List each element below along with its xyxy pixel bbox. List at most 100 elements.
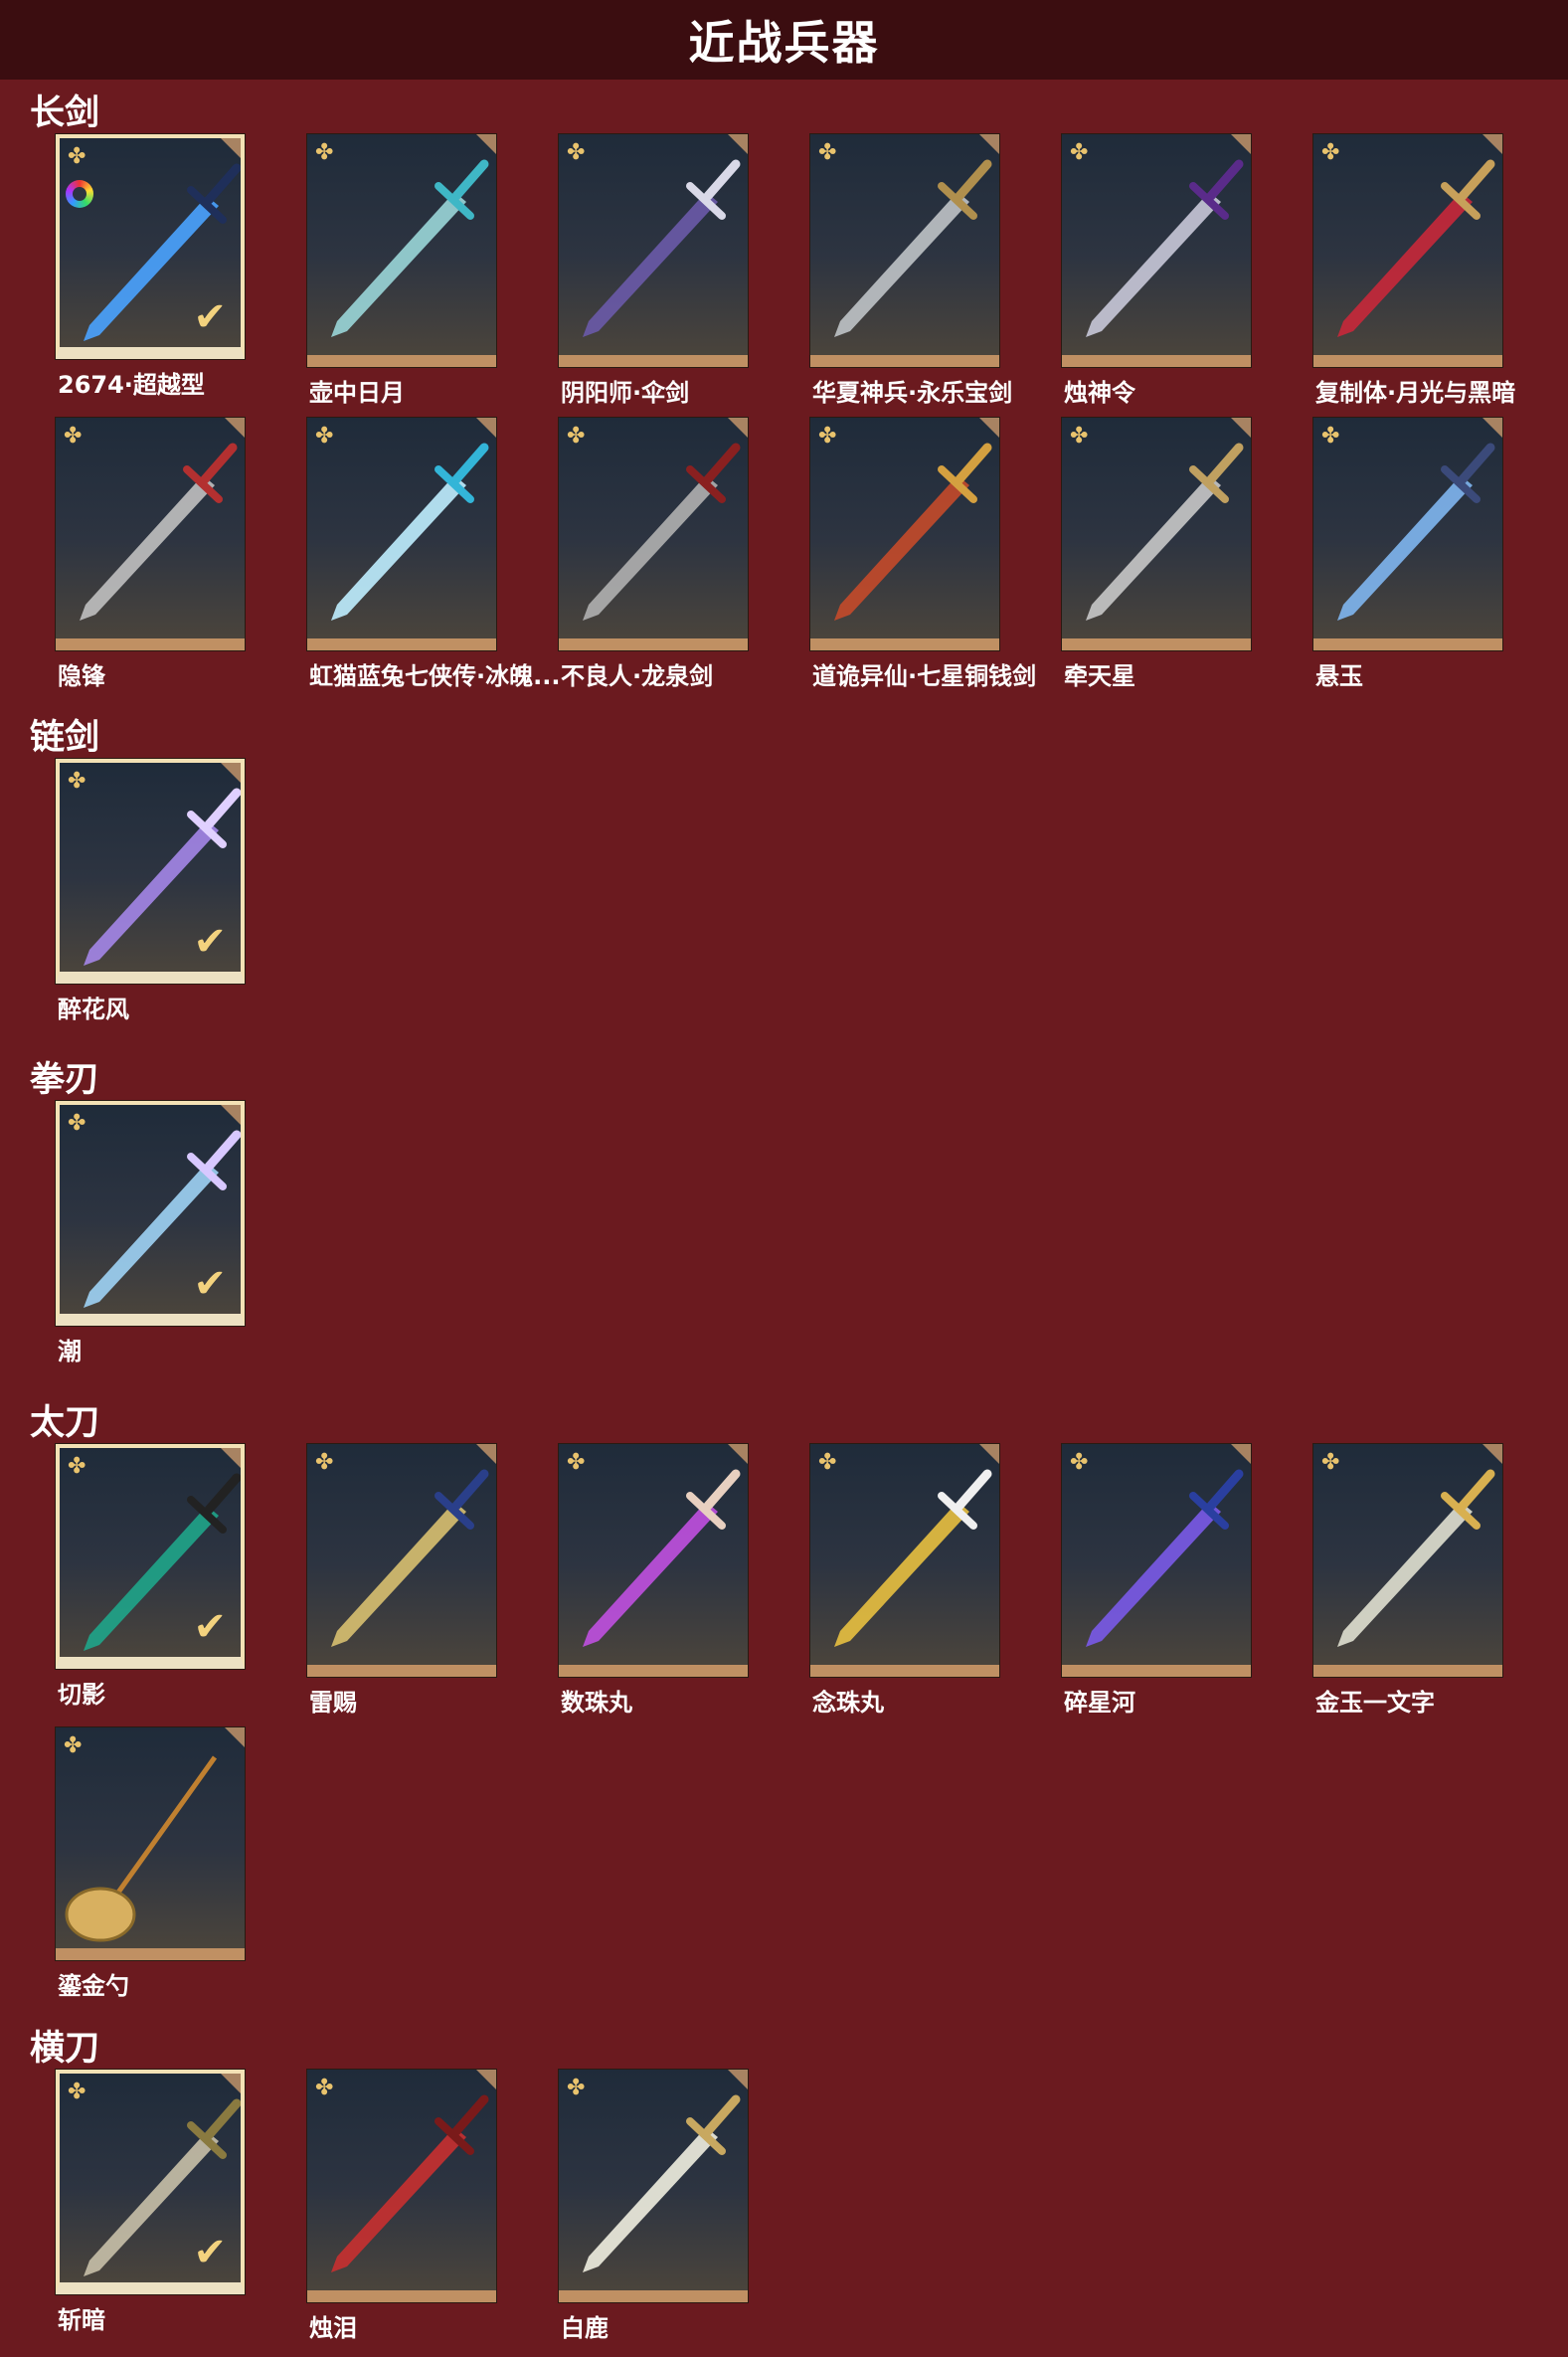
weapon-card[interactable]: ✤: [1062, 1444, 1251, 1677]
weapon-card[interactable]: ✤: [559, 134, 748, 367]
weapon-card[interactable]: ✤: [307, 134, 496, 367]
favorite-icon[interactable]: ✤: [64, 1735, 86, 1757]
favorite-icon[interactable]: ✤: [68, 2082, 89, 2103]
weapon-item[interactable]: ✤ 碎星河: [1034, 1444, 1251, 1718]
corner-tag-icon: [1482, 418, 1502, 438]
corner-tag-icon: [1231, 134, 1251, 154]
weapon-card[interactable]: ✤ ✔: [56, 759, 245, 984]
page-title: 近战兵器: [688, 16, 880, 70]
corner-tag-icon: [225, 1727, 245, 1747]
weapon-item[interactable]: ✤ 复制体·月光与黑暗: [1286, 134, 1515, 408]
weapon-card[interactable]: ✤: [559, 2070, 748, 2302]
weapon-card[interactable]: ✤: [810, 418, 999, 650]
weapon-item[interactable]: ✤ ✔ 潮: [28, 1101, 245, 1366]
section-title: 链剑: [30, 718, 100, 758]
favorite-icon[interactable]: ✤: [818, 426, 840, 448]
weapon-card[interactable]: ✤ ✔: [56, 134, 245, 359]
favorite-icon[interactable]: ✤: [1321, 426, 1343, 448]
weapon-item[interactable]: ✤ ✔ 2674·超越型: [28, 134, 245, 400]
check-icon: ✔: [193, 294, 227, 340]
weapon-item[interactable]: ✤ 阴阳师·伞剑: [531, 134, 748, 408]
weapon-name: 切影: [58, 1681, 105, 1709]
corner-tag-icon: [221, 763, 241, 783]
weapon-name: 斩暗: [58, 2306, 105, 2334]
weapon-art: [834, 159, 992, 337]
favorite-icon[interactable]: ✤: [567, 2078, 589, 2099]
corner-tag-icon: [476, 2070, 496, 2089]
weapon-card[interactable]: ✤: [810, 1444, 999, 1677]
weapon-item[interactable]: ✤ 烛神令: [1034, 134, 1251, 408]
favorite-icon[interactable]: ✤: [1070, 426, 1092, 448]
weapon-card[interactable]: ✤ ✔: [56, 1101, 245, 1326]
favorite-icon[interactable]: ✤: [567, 1452, 589, 1474]
weapon-card[interactable]: ✤: [307, 418, 496, 650]
weapon-art: [583, 1469, 741, 1647]
weapon-card[interactable]: ✤: [810, 134, 999, 367]
weapon-item[interactable]: ✤ 烛泪: [279, 2070, 496, 2343]
favorite-icon[interactable]: ✤: [68, 1456, 89, 1478]
favorite-icon[interactable]: ✤: [1070, 142, 1092, 164]
weapon-item[interactable]: ✤ 华夏神兵·永乐宝剑: [783, 134, 1012, 408]
favorite-icon[interactable]: ✤: [1321, 142, 1343, 164]
weapon-item[interactable]: ✤ 金玉一文字: [1286, 1444, 1502, 1718]
weapon-item[interactable]: ✤ 壶中日月: [279, 134, 496, 408]
weapon-item[interactable]: ✤ 数珠丸: [531, 1444, 748, 1718]
weapon-item[interactable]: ✤ ✔ 切影: [28, 1444, 245, 1710]
weapon-card[interactable]: ✤: [307, 2070, 496, 2302]
corner-tag-icon: [1231, 1444, 1251, 1464]
weapon-item[interactable]: ✤ ✔ 醉花风: [28, 759, 245, 1024]
favorite-icon[interactable]: ✤: [64, 426, 86, 448]
favorite-icon[interactable]: ✤: [818, 142, 840, 164]
corner-tag-icon: [979, 418, 999, 438]
weapon-name: 阴阳师·伞剑: [561, 379, 690, 407]
weapon-item[interactable]: ✤ 雷赐: [279, 1444, 496, 1718]
favorite-icon[interactable]: ✤: [68, 146, 89, 168]
weapon-item[interactable]: ✤ 白鹿: [531, 2070, 748, 2343]
weapon-card[interactable]: ✤: [1313, 134, 1502, 367]
weapon-card[interactable]: ✤: [56, 1727, 245, 1960]
favorite-icon[interactable]: ✤: [315, 142, 337, 164]
weapon-card[interactable]: ✤: [1313, 1444, 1502, 1677]
weapon-art: [331, 2094, 489, 2272]
weapon-card[interactable]: ✤: [1313, 418, 1502, 650]
weapon-art: [583, 443, 741, 621]
section-title: 太刀: [30, 1403, 100, 1443]
weapon-card[interactable]: ✤: [1062, 418, 1251, 650]
favorite-icon[interactable]: ✤: [1321, 1452, 1343, 1474]
favorite-icon[interactable]: ✤: [818, 1452, 840, 1474]
favorite-icon[interactable]: ✤: [1070, 1452, 1092, 1474]
weapon-name: 金玉一文字: [1315, 1689, 1435, 1717]
weapon-card[interactable]: ✤: [56, 418, 245, 650]
weapon-item[interactable]: ✤ 念珠丸: [783, 1444, 999, 1718]
weapon-card[interactable]: ✤: [559, 418, 748, 650]
favorite-icon[interactable]: ✤: [68, 1113, 89, 1135]
weapon-art: [80, 443, 238, 621]
weapon-card[interactable]: ✤: [559, 1444, 748, 1677]
weapon-name: 烛泪: [309, 2314, 357, 2342]
weapon-item[interactable]: ✤ 鎏金勺: [28, 1727, 245, 2001]
favorite-icon[interactable]: ✤: [68, 771, 89, 793]
weapon-item[interactable]: ✤ 悬玉: [1286, 418, 1502, 691]
check-icon: ✔: [193, 1604, 227, 1650]
weapon-art: [331, 443, 489, 621]
weapon-name: 数珠丸: [561, 1689, 632, 1717]
weapon-card[interactable]: ✤: [307, 1444, 496, 1677]
weapon-card[interactable]: ✤ ✔: [56, 2070, 245, 2294]
weapon-item[interactable]: ✤ 道诡异仙·七星铜钱剑: [783, 418, 1036, 691]
weapon-item[interactable]: ✤ 不良人·龙泉剑: [531, 418, 748, 691]
weapon-card[interactable]: ✤: [1062, 134, 1251, 367]
weapon-item[interactable]: ✤ 隐锋: [28, 418, 245, 691]
weapon-item[interactable]: ✤ ✔ 斩暗: [28, 2070, 245, 2335]
weapon-card[interactable]: ✤ ✔: [56, 1444, 245, 1669]
weapon-item[interactable]: ✤ 牵天星: [1034, 418, 1251, 691]
favorite-icon[interactable]: ✤: [315, 2078, 337, 2099]
favorite-icon[interactable]: ✤: [315, 426, 337, 448]
weapon-name: 念珠丸: [812, 1689, 884, 1717]
favorite-icon[interactable]: ✤: [315, 1452, 337, 1474]
favorite-icon[interactable]: ✤: [567, 426, 589, 448]
color-wheel-icon: [66, 180, 93, 208]
weapon-item[interactable]: ✤ 虹猫蓝兔七侠传·冰魄...: [279, 418, 560, 691]
corner-tag-icon: [979, 134, 999, 154]
weapon-name: 烛神令: [1064, 379, 1135, 407]
favorite-icon[interactable]: ✤: [567, 142, 589, 164]
